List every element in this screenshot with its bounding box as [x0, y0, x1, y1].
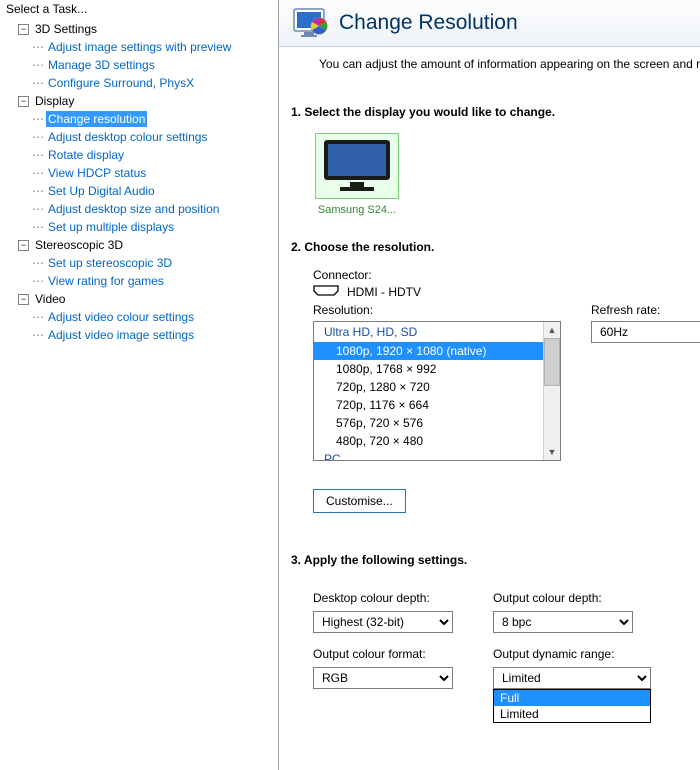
scroll-down-icon[interactable]: ▼	[544, 444, 560, 460]
scrollbar[interactable]: ▲ ▼	[543, 322, 560, 460]
refresh-rate-label: Refresh rate:	[591, 303, 700, 317]
resolution-item[interactable]: 720p, 1280 × 720	[314, 378, 544, 396]
tree-item[interactable]: Configure Surround, PhysX	[46, 75, 196, 91]
output-dynamic-range-label: Output dynamic range:	[493, 647, 663, 661]
tree-item[interactable]: Set Up Digital Audio	[46, 183, 157, 199]
refresh-rate-select[interactable]: 60Hz	[591, 321, 700, 343]
resolution-group-header: PC	[314, 450, 544, 460]
resolution-item[interactable]: 576p, 720 × 576	[314, 414, 544, 432]
output-dynamic-range-dropdown[interactable]: Full Limited	[493, 689, 651, 723]
tree-collapse-icon[interactable]: −	[18, 294, 29, 305]
tree-category-stereo[interactable]: Stereoscopic 3D	[33, 237, 125, 253]
output-colour-depth-label: Output colour depth:	[493, 591, 663, 605]
tree-item[interactable]: Adjust desktop size and position	[46, 201, 221, 217]
task-tree: − 3D Settings ⋯Adjust image settings wit…	[0, 18, 278, 344]
page-subtext: You can adjust the amount of information…	[279, 47, 700, 77]
resolution-label: Resolution:	[313, 303, 561, 317]
tree-collapse-icon[interactable]: −	[18, 24, 29, 35]
resolution-item[interactable]: 720p, 1176 × 664	[314, 396, 544, 414]
tree-collapse-icon[interactable]: −	[18, 240, 29, 251]
connector-value: HDMI - HDTV	[347, 285, 421, 299]
customise-button[interactable]: Customise...	[313, 489, 406, 513]
output-colour-format-label: Output colour format:	[313, 647, 483, 661]
display-selector[interactable]: Samsung S24...	[315, 133, 399, 216]
output-colour-depth-select[interactable]: 8 bpc	[493, 611, 633, 633]
tree-item[interactable]: Set up multiple displays	[46, 219, 176, 235]
tree-category-3d-settings[interactable]: 3D Settings	[33, 21, 99, 37]
output-colour-format-select[interactable]: RGB	[313, 667, 453, 689]
tree-collapse-icon[interactable]: −	[18, 96, 29, 107]
scroll-thumb[interactable]	[544, 338, 560, 386]
resolution-item[interactable]: 1080p, 1768 × 992	[314, 360, 544, 378]
resolution-item[interactable]: 480p, 720 × 480	[314, 432, 544, 450]
sidebar-title: Select a Task...	[0, 0, 278, 18]
desktop-colour-depth-label: Desktop colour depth:	[313, 591, 483, 605]
tree-item[interactable]: View rating for games	[46, 273, 166, 289]
resolution-listbox[interactable]: Ultra HD, HD, SD 1080p, 1920 × 1080 (nat…	[313, 321, 561, 461]
dropdown-option-full[interactable]: Full	[494, 690, 650, 706]
tree-item[interactable]: View HDCP status	[46, 165, 148, 181]
resolution-group-header: Ultra HD, HD, SD	[314, 322, 544, 342]
desktop-colour-depth-select[interactable]: Highest (32-bit)	[313, 611, 453, 633]
tree-item[interactable]: Adjust image settings with preview	[46, 39, 233, 55]
task-sidebar: Select a Task... − 3D Settings ⋯Adjust i…	[0, 0, 279, 770]
main-panel: Change Resolution You can adjust the amo…	[279, 0, 700, 770]
tree-item[interactable]: Adjust desktop colour settings	[46, 129, 209, 145]
tree-item[interactable]: Adjust video colour settings	[46, 309, 196, 325]
resolution-item[interactable]: 1080p, 1920 × 1080 (native)	[314, 342, 544, 360]
step2-title: 2. Choose the resolution.	[291, 240, 688, 254]
tree-category-display[interactable]: Display	[33, 93, 76, 109]
tree-item[interactable]: Manage 3D settings	[46, 57, 157, 73]
connector-label: Connector:	[313, 268, 688, 282]
tree-category-video[interactable]: Video	[33, 291, 67, 307]
tree-item[interactable]: Set up stereoscopic 3D	[46, 255, 174, 271]
header-bar: Change Resolution	[279, 0, 700, 47]
hdmi-icon	[313, 284, 339, 299]
step1-title: 1. Select the display you would like to …	[291, 105, 688, 119]
tree-item-change-resolution[interactable]: Change resolution	[46, 111, 147, 127]
step3-title: 3. Apply the following settings.	[291, 553, 688, 567]
monitor-icon	[320, 138, 394, 194]
dropdown-option-limited[interactable]: Limited	[494, 706, 650, 722]
display-label: Samsung S24...	[315, 204, 399, 216]
tree-item[interactable]: Adjust video image settings	[46, 327, 196, 343]
scroll-up-icon[interactable]: ▲	[544, 322, 560, 338]
page-title: Change Resolution	[339, 11, 518, 35]
output-dynamic-range-select[interactable]: Limited	[493, 667, 651, 689]
tree-item[interactable]: Rotate display	[46, 147, 126, 163]
monitor-color-icon	[293, 8, 329, 38]
